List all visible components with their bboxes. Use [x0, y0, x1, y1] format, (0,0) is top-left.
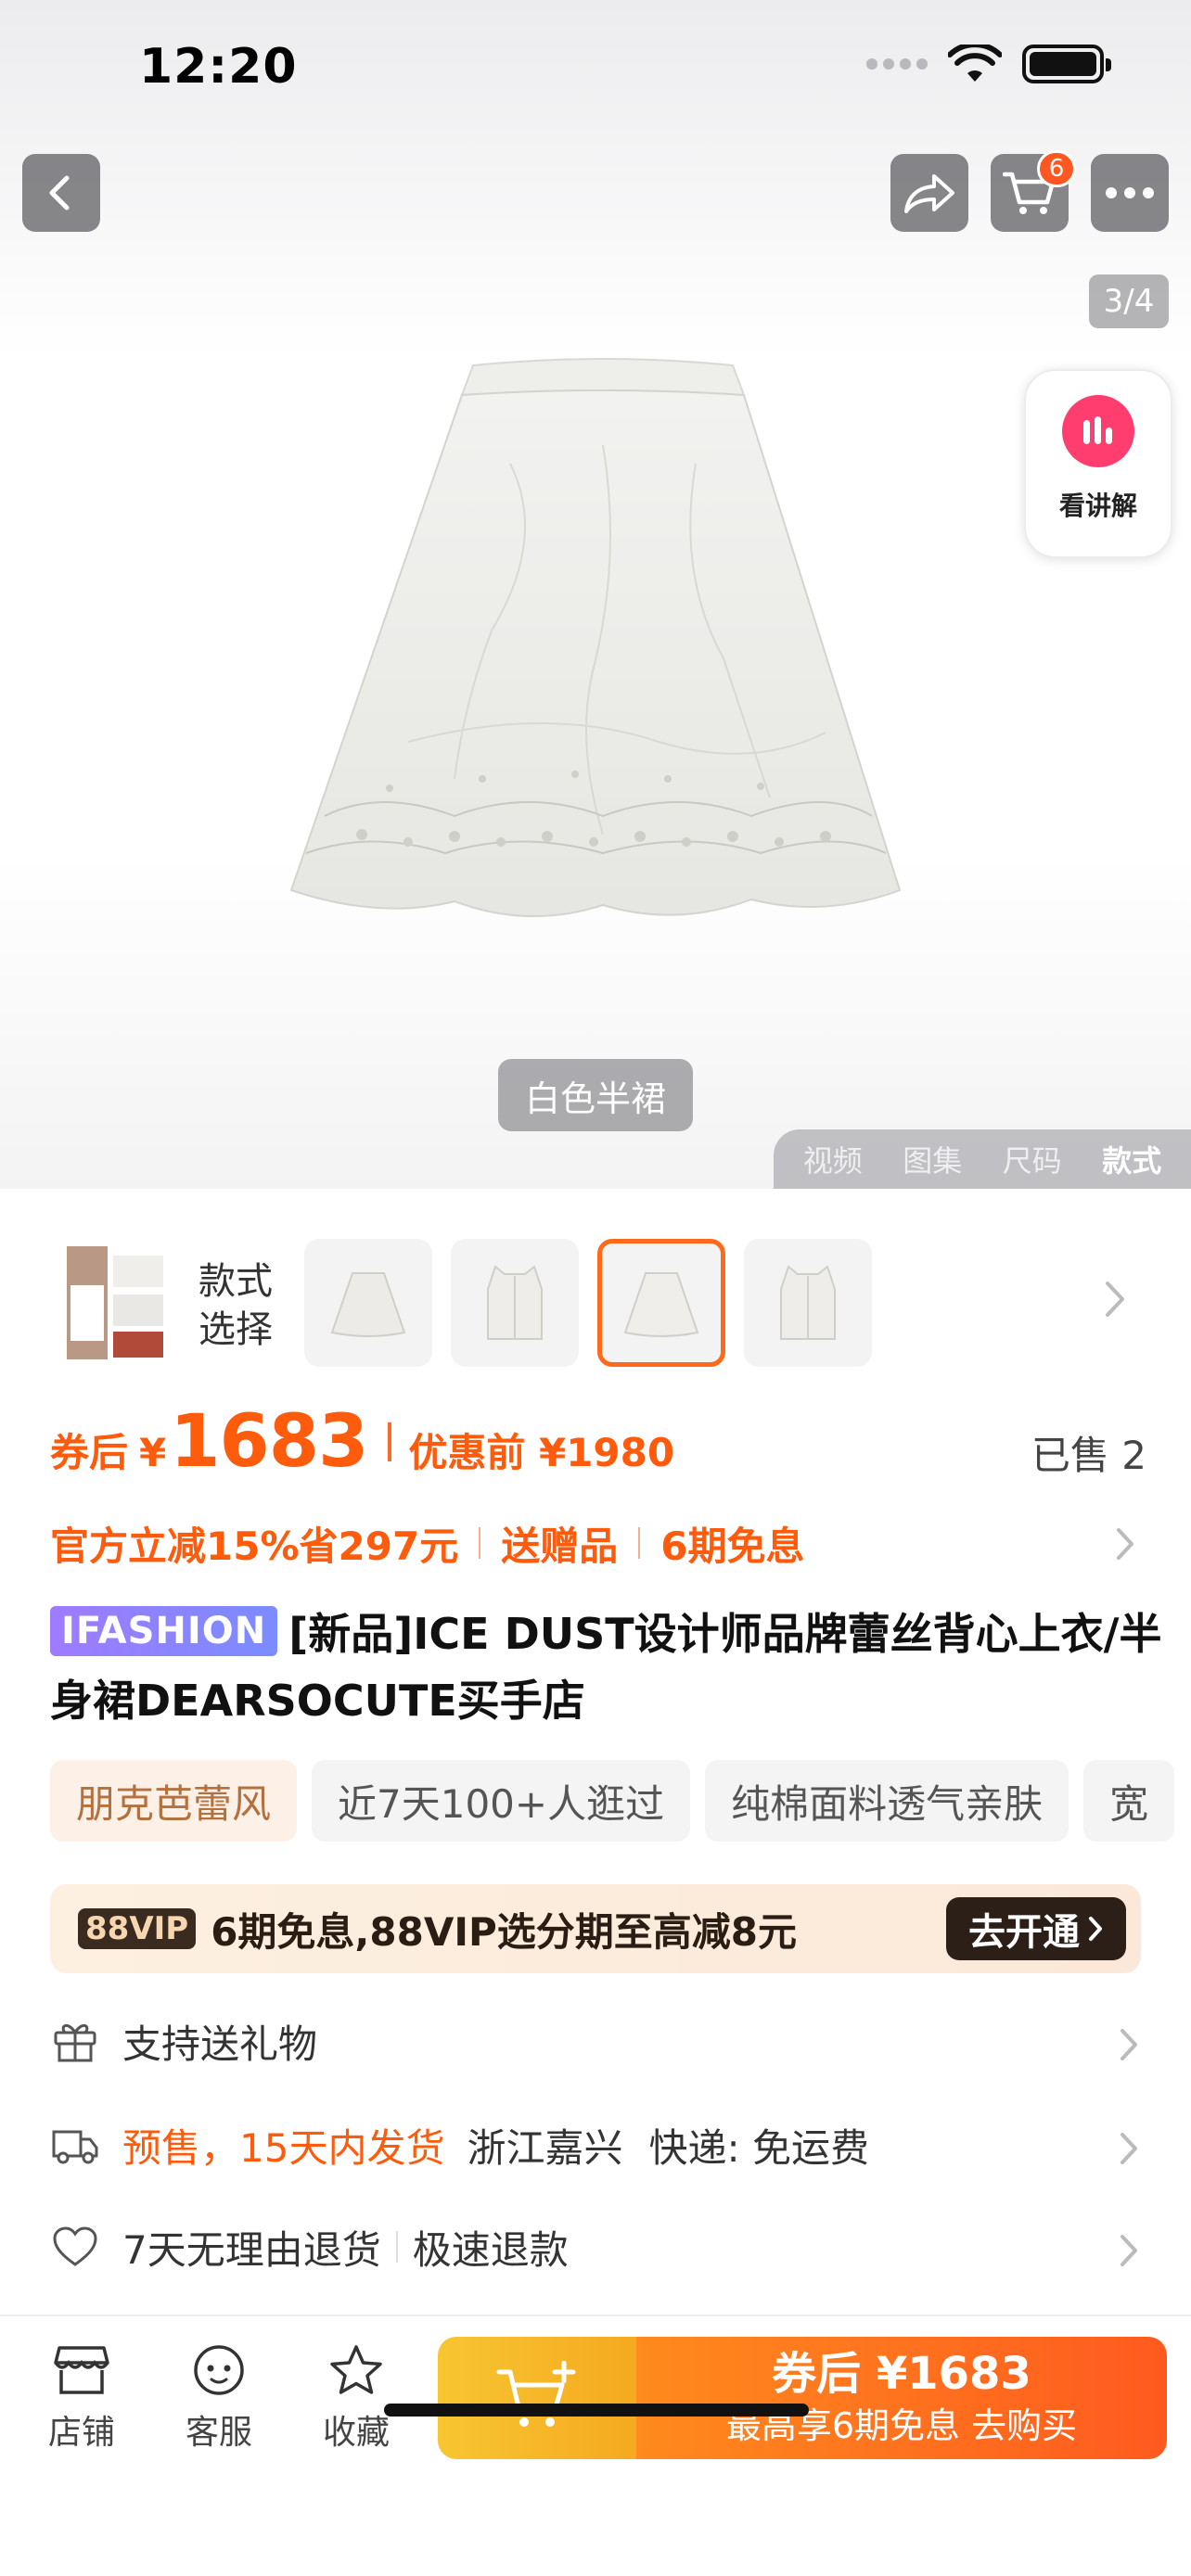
cart-button[interactable]: 6 [991, 150, 1076, 232]
brand-tag: IFASHION [50, 1606, 278, 1656]
variant-thumbnail[interactable] [744, 1239, 872, 1367]
signal-icon [866, 58, 928, 70]
feature-tag[interactable]: 纯棉面料透气亲肤 [705, 1760, 1069, 1842]
chevron-right-icon [1089, 1917, 1102, 1941]
star-icon [330, 2345, 382, 2394]
feature-tag[interactable]: 朋克芭蕾风 [50, 1760, 298, 1842]
original-price: 优惠前 ¥1980 [408, 1430, 675, 1475]
status-icons [866, 45, 1111, 83]
status-time: 12:20 [139, 39, 298, 95]
heart-shield-icon [50, 2222, 100, 2272]
shipping-row[interactable]: 预售，15天内发货 浙江嘉兴 快递: 免运费 [50, 2112, 1141, 2177]
add-to-cart-icon [496, 2361, 576, 2427]
media-tabs: 视频 图集 尺码 款式 [774, 1129, 1191, 1189]
variant-thumbnail[interactable] [451, 1239, 579, 1367]
divider [638, 1527, 641, 1559]
ship-from-location: 浙江嘉兴 [467, 2124, 623, 2171]
more-dots-icon [1106, 187, 1154, 198]
back-button[interactable] [22, 154, 100, 232]
share-button[interactable] [890, 154, 968, 232]
battery-icon [1022, 45, 1111, 83]
favorite-label: 收藏 [322, 2414, 390, 2452]
chevron-right-icon [1117, 1528, 1133, 1560]
store-label: 店铺 [47, 2414, 115, 2452]
divider [479, 1527, 481, 1559]
vip-cta-label: 去开通 [968, 1911, 1080, 1954]
explain-label: 看讲解 [1058, 491, 1137, 521]
variant-section-title: 款式选择 [198, 1260, 273, 1351]
variant-collage-thumbnail[interactable] [50, 1239, 180, 1367]
vip-text: 6期免息,88VIP选分期至高减8元 [211, 1908, 797, 1955]
cart-count-badge: 6 [1037, 150, 1076, 187]
price-prefix: 券后 [50, 1430, 129, 1475]
price-amount: 1683 [170, 1400, 368, 1484]
audio-bars-icon [1062, 395, 1134, 467]
promo-gift: 送赠品 [501, 1523, 619, 1569]
promo-discount: 官方立减15%省297元 [50, 1523, 459, 1569]
vip-badge: 88VIP [78, 1908, 197, 1949]
truck-icon [50, 2120, 100, 2170]
image-counter: 3/4 [1089, 274, 1169, 328]
price-row: 券后 ¥ 1683 优惠前 ¥1980 [50, 1400, 1145, 1484]
variant-selector[interactable]: 款式选择 [0, 1239, 1191, 1369]
product-image [269, 352, 937, 946]
vip-banner[interactable]: 88VIP 6期免息,88VIP选分期至高减8元 去开通 [50, 1884, 1141, 1973]
tab-size[interactable]: 尺码 [1003, 1138, 1062, 1180]
buy-now-button[interactable]: 券后 ¥1683 最高享6期免息 去购买 [636, 2337, 1167, 2459]
wifi-icon [948, 45, 1002, 82]
image-caption: 白色半裙 [498, 1059, 693, 1131]
returns-label: 7天无理由退货 [122, 2226, 381, 2273]
chevron-right-icon [1121, 2029, 1137, 2060]
variant-thumbnail[interactable] [304, 1239, 432, 1367]
variant-thumbnail-selected[interactable] [597, 1239, 725, 1367]
more-button[interactable] [1091, 154, 1169, 232]
gift-row[interactable]: 支持送礼物 [50, 2009, 1141, 2073]
tab-gallery[interactable]: 图集 [903, 1138, 962, 1180]
promo-installment: 6期免息 [660, 1523, 805, 1569]
tab-video[interactable]: 视频 [803, 1138, 863, 1180]
service-face-icon [194, 2345, 244, 2395]
favorite-button[interactable]: 收藏 [310, 2344, 403, 2454]
currency-symbol: ¥ [139, 1430, 167, 1475]
price-divider [388, 1422, 392, 1461]
feature-tag[interactable]: 近7天100+人逛过 [312, 1760, 691, 1842]
returns-row[interactable]: 7天无理由退货 极速退款 [50, 2214, 1141, 2279]
presale-label: 预售，15天内发货 [122, 2124, 445, 2171]
chevron-right-icon[interactable] [1100, 1276, 1128, 1322]
share-icon [904, 174, 954, 213]
service-label: 客服 [185, 2414, 252, 2452]
product-title: IFASHION [新品]ICE DUST设计师品牌蕾丝背心上衣/半身裙DEARS… [50, 1600, 1163, 1734]
promo-row[interactable]: 官方立减15%省297元 送赠品 6期免息 [50, 1515, 1154, 1571]
product-gallery[interactable]: 12:20 6 3/4 看讲解 白色半裙 视频 图集 尺码 款式 [0, 0, 1191, 1189]
store-button[interactable]: 店铺 [35, 2344, 128, 2454]
buy-button[interactable]: 券后 ¥1683 最高享6期免息 去购买 [438, 2337, 1167, 2459]
divider [395, 2231, 398, 2263]
explain-button[interactable]: 看讲解 [1024, 369, 1172, 558]
tab-style[interactable]: 款式 [1102, 1138, 1161, 1180]
chevron-right-icon [1121, 2133, 1137, 2164]
refund-label: 极速退款 [412, 2226, 569, 2273]
buy-price-label: 券后 ¥1683 [772, 2348, 1031, 2400]
shipping-fee: 快递: 免运费 [648, 2124, 869, 2171]
add-to-cart-button[interactable] [438, 2337, 636, 2459]
feature-tags: 朋克芭蕾风 近7天100+人逛过 纯棉面料透气亲肤 宽 [50, 1760, 1175, 1842]
gift-label: 支持送礼物 [122, 2021, 318, 2067]
gift-icon [50, 2016, 100, 2066]
store-icon [54, 2346, 109, 2394]
feature-tag[interactable]: 宽 [1083, 1760, 1175, 1842]
bottom-action-bar: 店铺 客服 收藏 券后 ¥1683 最高享6期免息 去购买 [0, 2315, 1191, 2576]
chevron-left-icon [49, 175, 70, 210]
customer-service-button[interactable]: 客服 [173, 2344, 265, 2454]
sold-count: 已售 2 [1031, 1433, 1146, 1478]
home-indicator [384, 2404, 809, 2417]
chevron-right-icon [1121, 2235, 1137, 2266]
vip-activate-button[interactable]: 去开通 [946, 1897, 1126, 1960]
